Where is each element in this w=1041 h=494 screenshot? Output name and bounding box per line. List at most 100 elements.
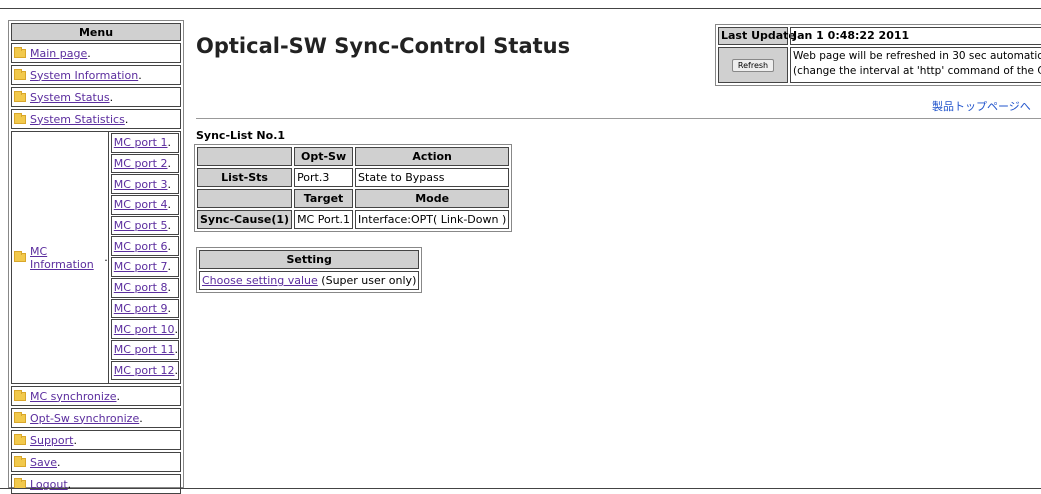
link-suffix: . [167,136,172,150]
mc-port-list: MC port 1. MC port 2. MC port 3. MC port… [109,132,180,383]
link-suffix: . [167,281,172,295]
mc-port-item: MC port 11. [110,339,179,360]
mc-port-item: MC port 12. [110,360,179,381]
mc-port-item: MC port 5. [110,215,179,236]
link-suffix: . [87,46,91,60]
mc-port-item: MC port 10. [110,319,179,339]
menu-item-logout: Logout. [11,474,181,494]
folder-icon [14,389,26,401]
menu-item-mc-synchronize: MC synchronize. [11,386,181,406]
folder-icon [14,455,26,467]
link-suffix: . [174,363,179,377]
link-suffix: . [138,68,142,82]
action-value: State to Bypass [355,168,510,187]
link-suffix: . [57,455,61,469]
refresh-cell: Refresh [718,47,788,83]
menu-item-opt-sw-synchronize: Opt-Sw synchronize. [11,408,181,428]
mc-port-item: MC port 1. [110,133,179,153]
main-page-link[interactable]: Main page [30,47,87,60]
mc-port-3-link[interactable]: MC port 3 [114,178,168,191]
mc-port-5-link[interactable]: MC port 5 [114,219,168,232]
menu-item-system-status: System Status. [11,87,181,107]
mc-information-group: MC Information. MC port 1. MC port 2. MC… [11,131,181,384]
target-value: MC Port.1 [294,210,354,229]
product-top-page-link[interactable]: 製品トップページへ [932,98,1031,114]
table-row: Opt-Sw Action [197,147,510,166]
setting-table: Setting Choose setting value (Super user… [196,247,423,293]
setting-cell: Choose setting value (Super user only) [199,271,420,290]
mc-port-8-link[interactable]: MC port 8 [114,281,168,294]
folder-icon [14,90,26,102]
mc-port-item: MC port 8. [110,277,179,298]
folder-icon [14,411,26,423]
refresh-message-line2: (change the interval at 'http' command o… [793,65,1041,77]
menu-item-save: Save. [11,452,181,472]
link-suffix: . [139,411,143,425]
support-link[interactable]: Support [30,434,73,447]
link-suffix: . [116,389,120,403]
mc-port-item: MC port 6. [110,236,179,257]
link-suffix: . [174,343,179,357]
mc-port-item: MC port 3. [110,174,179,195]
mc-port-12-link[interactable]: MC port 12 [114,364,175,377]
mc-information-link[interactable]: MC Information [30,245,104,271]
link-suffix: . [167,198,172,212]
choose-setting-link[interactable]: Choose setting value [202,274,318,287]
link-suffix: . [174,322,179,336]
link-suffix: . [167,219,172,233]
action-header: Action [355,147,510,166]
mc-port-1-link[interactable]: MC port 1 [114,136,168,149]
mc-port-2-link[interactable]: MC port 2 [114,157,168,170]
folder-icon [14,433,26,445]
mc-port-6-link[interactable]: MC port 6 [114,240,168,253]
folder-icon [14,112,26,124]
system-statistics-link[interactable]: System Statistics [30,113,125,126]
link-suffix: . [167,177,172,191]
folder-icon [14,251,26,262]
mc-port-4-link[interactable]: MC port 4 [114,198,168,211]
last-update-value: Jan 1 0:48:22 2011 [790,27,1041,45]
setting-note: (Super user only) [317,274,417,287]
system-status-link[interactable]: System Status [30,91,110,104]
mc-port-item: MC port 7. [110,257,179,277]
list-sts-label: List-Sts [197,168,293,187]
link-suffix: . [104,251,108,264]
system-information-link[interactable]: System Information [30,69,138,82]
link-suffix: . [109,90,114,104]
menu-item-support: Support. [11,430,181,450]
mc-port-11-link[interactable]: MC port 11 [114,343,175,356]
last-update-panel: Last Update Jan 1 0:48:22 2011 Refresh W… [715,24,1041,86]
bottom-divider [0,488,1041,489]
opt-sw-header: Opt-Sw [294,147,354,166]
target-header: Target [294,189,354,208]
menu-item-main-page: Main page. [11,43,181,63]
mc-port-item: MC port 4. [110,195,179,215]
mc-synchronize-link[interactable]: MC synchronize [30,390,116,403]
mc-port-7-link[interactable]: MC port 7 [114,260,168,273]
sidebar-menu: Menu Main page. System Information. Syst… [8,20,184,494]
refresh-button[interactable]: Refresh [731,58,775,72]
mc-port-9-link[interactable]: MC port 9 [114,302,168,315]
sync-list-table: Opt-Sw Action List-Sts Port.3 State to B… [194,144,513,232]
table-row: Sync-Cause(1) MC Port.1 Interface:OPT( L… [197,210,510,229]
mc-port-item: MC port 9. [110,298,179,319]
opt-sw-synchronize-link[interactable]: Opt-Sw synchronize [30,412,139,425]
menu-item-system-statistics: System Statistics. [11,109,181,129]
horizontal-rule [196,118,1041,119]
save-link[interactable]: Save [30,456,57,469]
last-update-label: Last Update [718,27,796,45]
table-row: Choose setting value (Super user only) [199,271,420,290]
link-suffix: . [73,433,77,447]
mode-header: Mode [355,189,510,208]
link-suffix: . [167,239,172,253]
folder-icon [14,46,26,58]
sync-list-title: Sync-List No.1 [196,129,286,142]
refresh-message: Web page will be refreshed in 30 sec aut… [790,47,1041,83]
mc-port-item: MC port 2. [110,153,179,174]
menu-item-system-information: System Information. [11,65,181,85]
empty-header-cell [197,147,293,166]
setting-header: Setting [199,250,420,269]
link-suffix: . [167,260,172,274]
opt-sw-value: Port.3 [294,168,354,187]
mc-port-10-link[interactable]: MC port 10 [114,323,175,336]
